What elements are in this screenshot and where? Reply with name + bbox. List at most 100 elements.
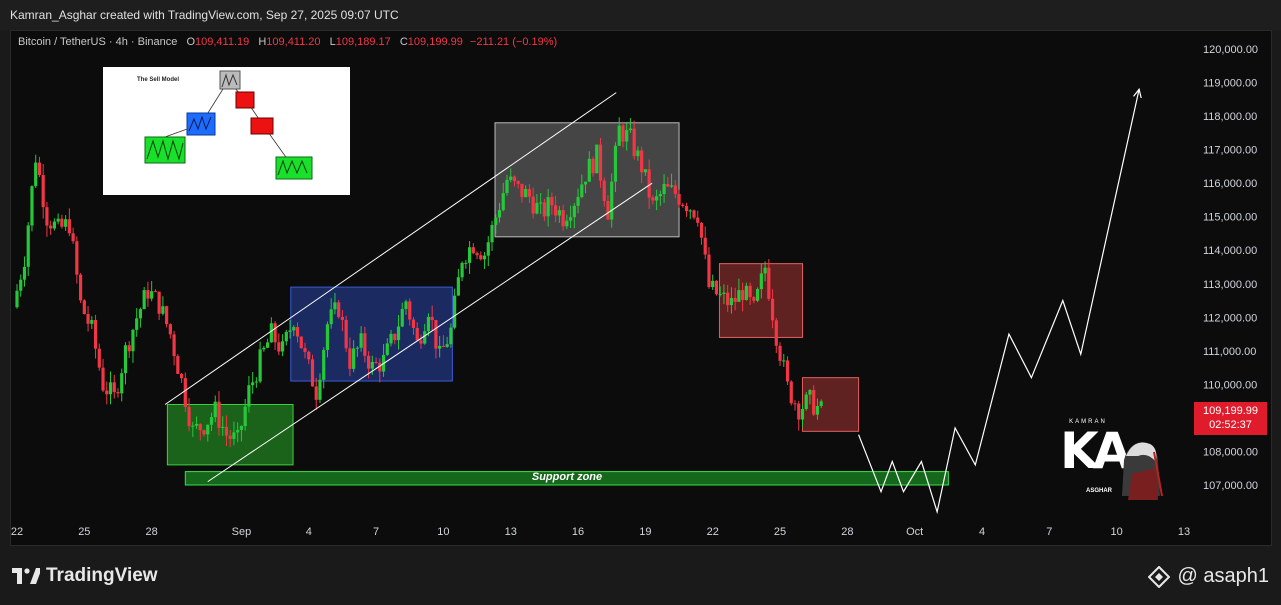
candle-body <box>108 382 113 395</box>
candle-body <box>97 348 101 368</box>
candle-body <box>224 426 229 436</box>
x-tick-label: 13 <box>1178 526 1190 538</box>
candle-body <box>168 324 172 335</box>
y-tick-label: 110,000.00 <box>1203 379 1257 391</box>
candle-body <box>471 247 475 254</box>
candle-body <box>348 348 352 369</box>
candle-body <box>767 267 771 299</box>
inset-blue-box <box>186 112 216 136</box>
candle-body <box>554 205 558 216</box>
candle-body <box>232 432 236 439</box>
candle-body <box>636 150 640 157</box>
candle-body <box>632 128 636 157</box>
candle-body <box>419 340 423 344</box>
candle-body <box>314 386 318 400</box>
candle-body <box>292 327 296 331</box>
candle-body <box>325 324 330 351</box>
candle-body <box>221 426 225 428</box>
candle-body <box>561 210 565 227</box>
candle-body <box>482 255 487 260</box>
candle-body <box>284 331 288 342</box>
symbol-legend[interactable]: Bitcoin / TetherUS · 4h · Binance O109,4… <box>18 36 557 48</box>
candle-body <box>280 341 285 352</box>
candle-body <box>355 347 359 349</box>
close-value: 109,199.99 <box>407 36 463 48</box>
candle-body <box>90 320 94 324</box>
x-tick-label: 13 <box>505 526 517 538</box>
x-tick-label: Oct <box>906 526 923 538</box>
candle-body <box>56 218 60 222</box>
candle-body <box>509 176 513 180</box>
inset-red-box-1 <box>235 91 255 109</box>
candle-body <box>131 329 135 352</box>
candle-body <box>112 382 116 392</box>
candle-body <box>669 185 674 187</box>
candle-body <box>385 343 389 355</box>
y-tick-label: 120,000.00 <box>1203 44 1258 56</box>
last-price-tag: 109,199.99 02:52:37 <box>1194 402 1267 435</box>
low-value: 109,189.17 <box>335 36 391 48</box>
candle-body <box>539 202 543 204</box>
candle-body <box>329 309 333 325</box>
candle-body <box>505 179 509 194</box>
candle-body <box>744 285 748 300</box>
candle-body <box>269 323 273 343</box>
candle-body <box>15 290 19 308</box>
candle-body <box>770 298 775 321</box>
inset-title: The Sell Model <box>137 77 180 83</box>
candle-body <box>135 318 139 330</box>
candle-body <box>789 381 793 404</box>
candle-body <box>52 221 57 229</box>
sell-model-diagram <box>144 70 313 180</box>
candle-body <box>696 217 700 223</box>
inset-red-box-2 <box>250 117 274 135</box>
x-tick-label: 7 <box>373 526 379 538</box>
candle-body <box>546 197 550 217</box>
candle-body <box>464 262 468 264</box>
candle-body <box>774 320 778 346</box>
range-grey-box <box>494 122 680 238</box>
candle-body <box>434 320 438 349</box>
candle-body <box>808 390 812 395</box>
candle-body <box>722 292 726 294</box>
candle-body <box>819 401 823 407</box>
candle-body <box>396 326 401 341</box>
candle-body <box>37 162 42 176</box>
candle-body <box>666 183 670 187</box>
candle-body <box>602 180 606 202</box>
candle-body <box>580 184 584 198</box>
open-label: O <box>186 36 196 48</box>
candle-body <box>30 186 34 226</box>
bar-countdown: 02:52:37 <box>1209 419 1252 431</box>
candle-body <box>467 247 472 263</box>
close-label: C <box>399 36 408 48</box>
candle-body <box>67 219 71 234</box>
candle-body <box>651 197 655 201</box>
candle-body <box>711 280 715 288</box>
candle-body <box>183 378 187 407</box>
candle-body <box>116 391 120 394</box>
y-tick-label: 112,000.00 <box>1203 312 1257 324</box>
candle-body <box>726 292 730 306</box>
author-handle[interactable]: @ asaph1 <box>1147 565 1269 588</box>
candle-body <box>22 266 27 280</box>
candle-body <box>295 327 300 337</box>
tradingview-logo[interactable]: TradingView <box>12 565 158 587</box>
candle-body <box>258 349 262 382</box>
candle-body <box>318 379 322 400</box>
candle-body <box>479 255 483 260</box>
candle-body <box>366 355 371 369</box>
candle-body <box>389 333 393 344</box>
candle-body <box>150 291 154 299</box>
candle-body <box>71 233 75 242</box>
candle-body <box>565 220 569 227</box>
candle-body <box>254 381 258 383</box>
last-price: 109,199.99 <box>1202 405 1259 417</box>
tradingview-wordmark: TradingView <box>46 565 158 586</box>
candle-body <box>800 408 805 420</box>
tradingview-mark-icon <box>12 568 40 584</box>
sell-model-inset: The Sell Model <box>103 67 350 195</box>
candle-body <box>172 334 176 357</box>
candle-body <box>127 345 131 352</box>
candle-body <box>815 406 820 415</box>
